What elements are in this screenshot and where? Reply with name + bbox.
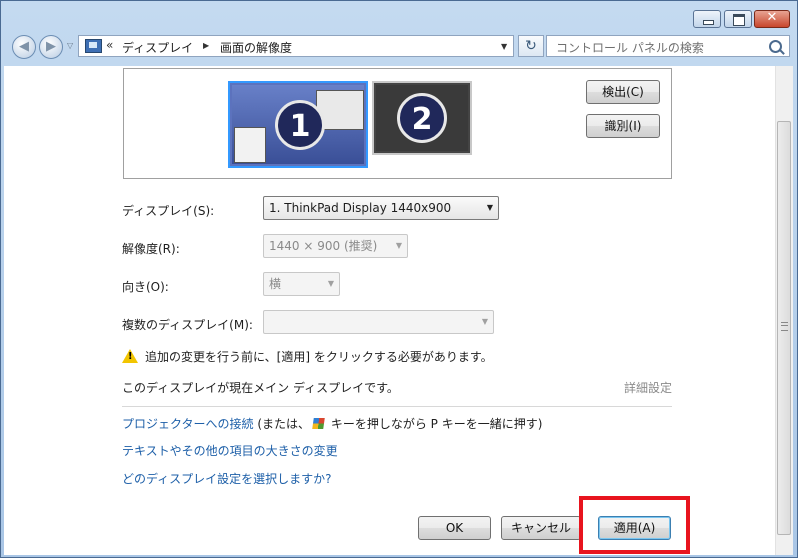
chevron-down-icon: ▼ — [327, 279, 334, 288]
refresh-button[interactable]: ↻ — [518, 35, 544, 57]
display-select-value: 1. ThinkPad Display 1440x900 — [269, 201, 452, 215]
multiple-displays-label: 複数のディスプレイ(M): — [122, 318, 253, 332]
minimize-icon — [703, 20, 714, 25]
display-settings-window: ✕ ◀ ▶ ▽ « ディスプレイ ▶ 画面の解像度 ▼ ↻ コントロール パネル… — [0, 0, 798, 558]
monitor-2-number: 2 — [397, 93, 447, 143]
orientation-select-value: 横 — [269, 277, 282, 291]
breadcrumb-display[interactable]: ディスプレイ — [122, 39, 193, 56]
resolution-select[interactable]: 1440 × 900 (推奨) ▼ — [263, 234, 408, 258]
orientation-select[interactable]: 横 ▼ — [263, 272, 340, 296]
chevron-down-icon: ▼ — [486, 203, 493, 212]
windows-key-icon — [312, 418, 325, 429]
breadcrumb-screen-resolution[interactable]: 画面の解像度 — [220, 39, 292, 56]
search-input[interactable]: コントロール パネルの検索 — [546, 35, 790, 57]
main-content: 1 2 検出(C) 識別(I) ディスプレイ(S): 1. ThinkPad D… — [4, 66, 775, 555]
chevron-down-icon: ▼ — [481, 317, 488, 326]
divider — [122, 406, 672, 407]
cancel-button[interactable]: キャンセル — [501, 516, 581, 540]
display-label: ディスプレイ(S): — [122, 204, 215, 218]
multiple-displays-select[interactable]: ▼ — [263, 310, 494, 334]
monitor-1[interactable]: 1 — [228, 81, 368, 168]
display-icon — [85, 39, 102, 53]
breadcrumb-separator-icon[interactable]: ▶ — [203, 41, 209, 50]
monitor-1-number: 1 — [275, 100, 325, 150]
forward-button[interactable]: ▶ — [39, 35, 63, 59]
apply-highlight-box — [579, 496, 690, 554]
ok-button[interactable]: OK — [418, 516, 491, 540]
minimize-button[interactable] — [693, 10, 721, 28]
projector-hint-b: キーを押しながら P キーを一緒に押す) — [327, 417, 543, 431]
forward-arrow-icon: ▶ — [46, 39, 56, 54]
address-bar[interactable]: « ディスプレイ ▶ 画面の解像度 ▼ — [78, 35, 514, 57]
chevron-down-icon: ▼ — [395, 241, 402, 250]
close-button[interactable]: ✕ — [754, 10, 790, 28]
identify-button[interactable]: 識別(I) — [586, 114, 660, 138]
window-thumbnail — [234, 127, 266, 163]
search-icon[interactable] — [769, 40, 782, 53]
primary-display-note: このディスプレイが現在メイン ディスプレイです。 — [122, 381, 399, 395]
address-dropdown-icon[interactable]: ▼ — [501, 42, 507, 51]
advanced-settings-link[interactable]: 詳細設定 — [624, 379, 672, 396]
orientation-label: 向き(O): — [122, 280, 169, 294]
projector-link[interactable]: プロジェクターへの接続 — [122, 417, 254, 431]
back-arrow-icon: ◀ — [19, 39, 29, 54]
resolution-label: 解像度(R): — [122, 242, 180, 256]
grip-icon — [781, 322, 788, 331]
projector-hint-a: (または、 — [253, 417, 311, 431]
close-icon: ✕ — [766, 10, 778, 25]
which-settings-link[interactable]: どのディスプレイ設定を選択しますか? — [122, 470, 332, 487]
maximize-button[interactable] — [724, 10, 752, 28]
scrollbar-thumb[interactable] — [777, 121, 791, 535]
search-placeholder: コントロール パネルの検索 — [556, 41, 704, 55]
projector-row: プロジェクターへの接続 (または、 キーを押しながら P キーを一緒に押す) — [122, 415, 542, 432]
maximize-icon — [733, 14, 745, 26]
address-overflow-chevron[interactable]: « — [106, 38, 113, 52]
display-select[interactable]: 1. ThinkPad Display 1440x900 ▼ — [263, 196, 499, 220]
refresh-icon: ↻ — [525, 38, 537, 54]
resolution-select-value: 1440 × 900 (推奨) — [269, 239, 378, 253]
monitor-2[interactable]: 2 — [372, 81, 472, 155]
text-size-link[interactable]: テキストやその他の項目の大きさの変更 — [122, 442, 338, 459]
back-button[interactable]: ◀ — [12, 35, 36, 59]
vertical-scrollbar[interactable] — [775, 66, 793, 555]
recent-pages-dropdown-icon[interactable]: ▽ — [67, 41, 73, 50]
monitor-arrangement-panel: 1 2 検出(C) 識別(I) — [123, 68, 672, 179]
warning-message: 追加の変更を行う前に、[適用] をクリックする必要があります。 — [145, 350, 493, 364]
detect-button[interactable]: 検出(C) — [586, 80, 660, 104]
